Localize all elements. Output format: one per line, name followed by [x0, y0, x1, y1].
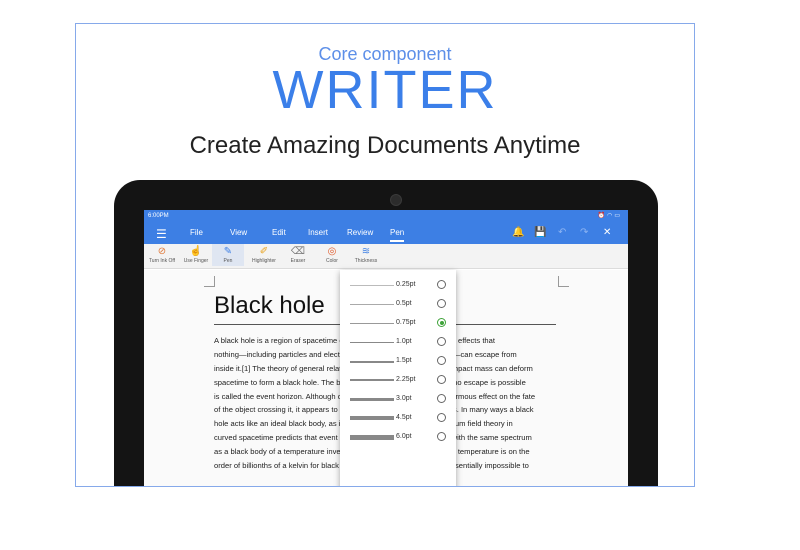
radio-button[interactable]	[437, 299, 446, 308]
pen-toolbar: ⊘ Turn Ink Off ☝ Use Finger ✎ Pen ✐ High…	[144, 244, 628, 269]
thickness-sample	[350, 416, 394, 420]
page-corner-marker	[204, 276, 215, 287]
thickness-option-0-5[interactable]: 0.5pt	[340, 295, 456, 314]
promo-title: WRITER	[272, 60, 498, 120]
pen-icon: ✎	[223, 246, 233, 257]
thickness-sample	[350, 342, 394, 343]
pen-tool-button[interactable]: ✎ Pen	[212, 244, 244, 266]
highlighter-button[interactable]: ✐ Highlighter	[246, 246, 282, 264]
menu-edit[interactable]: Edit	[272, 228, 286, 237]
radio-button[interactable]	[437, 394, 446, 403]
page-corner-marker	[558, 276, 569, 287]
camera-icon	[390, 194, 402, 206]
ink-off-icon: ⊘	[157, 246, 167, 257]
thickness-label: 3.0pt	[396, 395, 412, 402]
turn-ink-off-button[interactable]: ⊘ Turn Ink Off	[144, 246, 180, 264]
status-icons: ⏰◠▭	[598, 210, 622, 222]
thickness-dropdown: 0.25pt 0.5pt 0.75pt 1.0pt 1.5pt 2.25pt 3…	[340, 270, 456, 486]
save-icon[interactable]: 💾	[534, 227, 546, 238]
thickness-option-6-0[interactable]: 6.0pt	[340, 428, 456, 447]
document-title: Black hole	[214, 292, 325, 319]
thickness-option-4-5[interactable]: 4.5pt	[340, 409, 456, 428]
redo-icon[interactable]: ↷	[580, 227, 588, 238]
tool-label: Eraser	[290, 258, 306, 264]
finger-icon: ☝	[189, 246, 203, 257]
promo-frame: Core component WRITER Create Amazing Doc…	[75, 23, 695, 487]
alarm-icon: ⏰	[597, 213, 608, 219]
tool-label: Thickness	[354, 258, 378, 264]
eraser-button[interactable]: ⌫ Eraser	[280, 246, 316, 264]
thickness-label: 1.5pt	[396, 357, 412, 364]
tool-label: Highlighter	[252, 258, 276, 264]
thickness-label: 0.75pt	[396, 319, 416, 326]
radio-button[interactable]	[437, 413, 446, 422]
close-icon[interactable]: ✕	[603, 227, 611, 238]
promo-tagline: Create Amazing Documents Anytime	[189, 132, 581, 159]
radio-button[interactable]	[437, 280, 446, 289]
thickness-label: 4.5pt	[396, 414, 412, 421]
tool-label: Color	[326, 258, 338, 264]
thickness-label: 6.0pt	[396, 433, 412, 440]
color-wheel-icon: ◎	[327, 246, 337, 257]
use-finger-button[interactable]: ☝ Use Finger	[178, 246, 214, 264]
tool-label: Turn Ink Off	[148, 258, 176, 264]
menu-view[interactable]: View	[230, 228, 247, 237]
menu-file[interactable]: File	[190, 228, 203, 237]
thickness-option-3-0[interactable]: 3.0pt	[340, 390, 456, 409]
status-time: 6:00PM	[148, 213, 169, 219]
tool-label: Pen	[223, 258, 233, 264]
thickness-sample	[350, 361, 394, 363]
menu-bar: ☰ File View Edit Insert Review Pen 🔔 💾 ↶…	[144, 222, 628, 244]
thickness-sample	[350, 398, 394, 401]
thickness-sample	[350, 323, 394, 324]
highlighter-icon: ✐	[259, 246, 269, 257]
thickness-option-0-75[interactable]: 0.75pt	[340, 314, 456, 333]
thickness-label: 1.0pt	[396, 338, 412, 345]
thickness-sample	[350, 435, 394, 440]
menu-insert[interactable]: Insert	[308, 228, 328, 237]
tool-label: Use Finger	[183, 258, 209, 264]
thickness-icon: ≋	[361, 246, 371, 257]
radio-button-selected[interactable]	[437, 318, 446, 327]
thickness-option-2-25[interactable]: 2.25pt	[340, 371, 456, 390]
menu-pen[interactable]: Pen	[390, 228, 405, 242]
thickness-label: 2.25pt	[396, 376, 416, 383]
radio-button[interactable]	[437, 375, 446, 384]
thickness-button[interactable]: ≋ Thickness	[348, 246, 384, 264]
thickness-option-1-5[interactable]: 1.5pt	[340, 352, 456, 371]
battery-icon: ▭	[614, 213, 622, 219]
radio-button[interactable]	[437, 432, 446, 441]
thickness-label: 0.25pt	[396, 281, 416, 288]
thickness-sample	[350, 285, 394, 286]
thickness-sample	[350, 379, 394, 381]
tablet-device: 6:00PM ⏰◠▭ ☰ File View Edit Insert Revie…	[114, 180, 658, 486]
radio-button[interactable]	[437, 337, 446, 346]
radio-button[interactable]	[437, 356, 446, 365]
eraser-icon: ⌫	[290, 246, 306, 257]
tablet-screen: 6:00PM ⏰◠▭ ☰ File View Edit Insert Revie…	[144, 210, 628, 486]
undo-icon[interactable]: ↶	[558, 227, 566, 238]
notification-icon[interactable]: 🔔	[512, 227, 524, 238]
status-bar: 6:00PM ⏰◠▭	[144, 210, 628, 222]
thickness-sample	[350, 304, 394, 305]
color-button[interactable]: ◎ Color	[314, 246, 350, 264]
thickness-option-0-25[interactable]: 0.25pt	[340, 276, 456, 295]
hamburger-menu-icon[interactable]: ☰	[156, 227, 167, 241]
thickness-option-1-0[interactable]: 1.0pt	[340, 333, 456, 352]
thickness-label: 0.5pt	[396, 300, 412, 307]
menu-review[interactable]: Review	[347, 228, 373, 237]
